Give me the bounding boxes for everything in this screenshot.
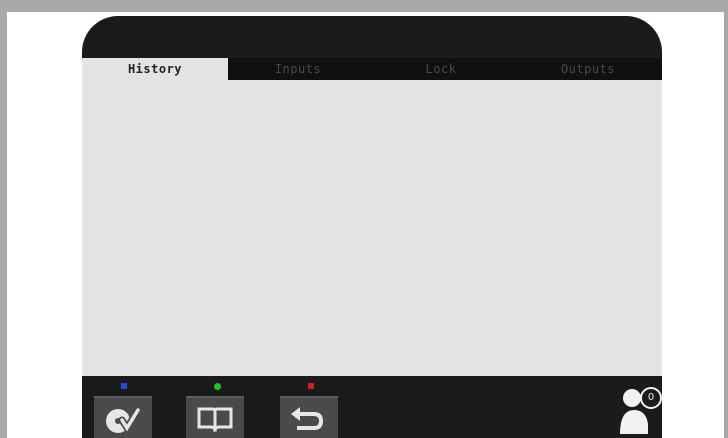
history-panel bbox=[82, 80, 662, 376]
blue-indicator-led bbox=[121, 383, 127, 389]
tab-inputs[interactable]: Inputs bbox=[228, 58, 368, 80]
undo-button[interactable] bbox=[280, 396, 338, 438]
tab-lock[interactable]: Lock bbox=[368, 58, 514, 80]
tab-bar: History Inputs Lock Outputs bbox=[82, 58, 662, 80]
tab-outputs[interactable]: Outputs bbox=[514, 58, 662, 80]
device-screen: History Inputs Lock Outputs 0 bbox=[82, 16, 662, 438]
disc-button[interactable] bbox=[94, 396, 152, 438]
bottom-toolbar: 0 bbox=[82, 376, 662, 438]
user-count-badge: 0 bbox=[647, 392, 655, 403]
book-button[interactable] bbox=[186, 396, 244, 438]
tab-history[interactable]: History bbox=[82, 58, 228, 80]
disc-check-icon bbox=[106, 406, 142, 435]
green-indicator-led bbox=[214, 383, 221, 390]
undo-arrow-icon bbox=[291, 407, 324, 430]
book-icon bbox=[197, 407, 233, 433]
red-indicator-led bbox=[308, 383, 314, 389]
